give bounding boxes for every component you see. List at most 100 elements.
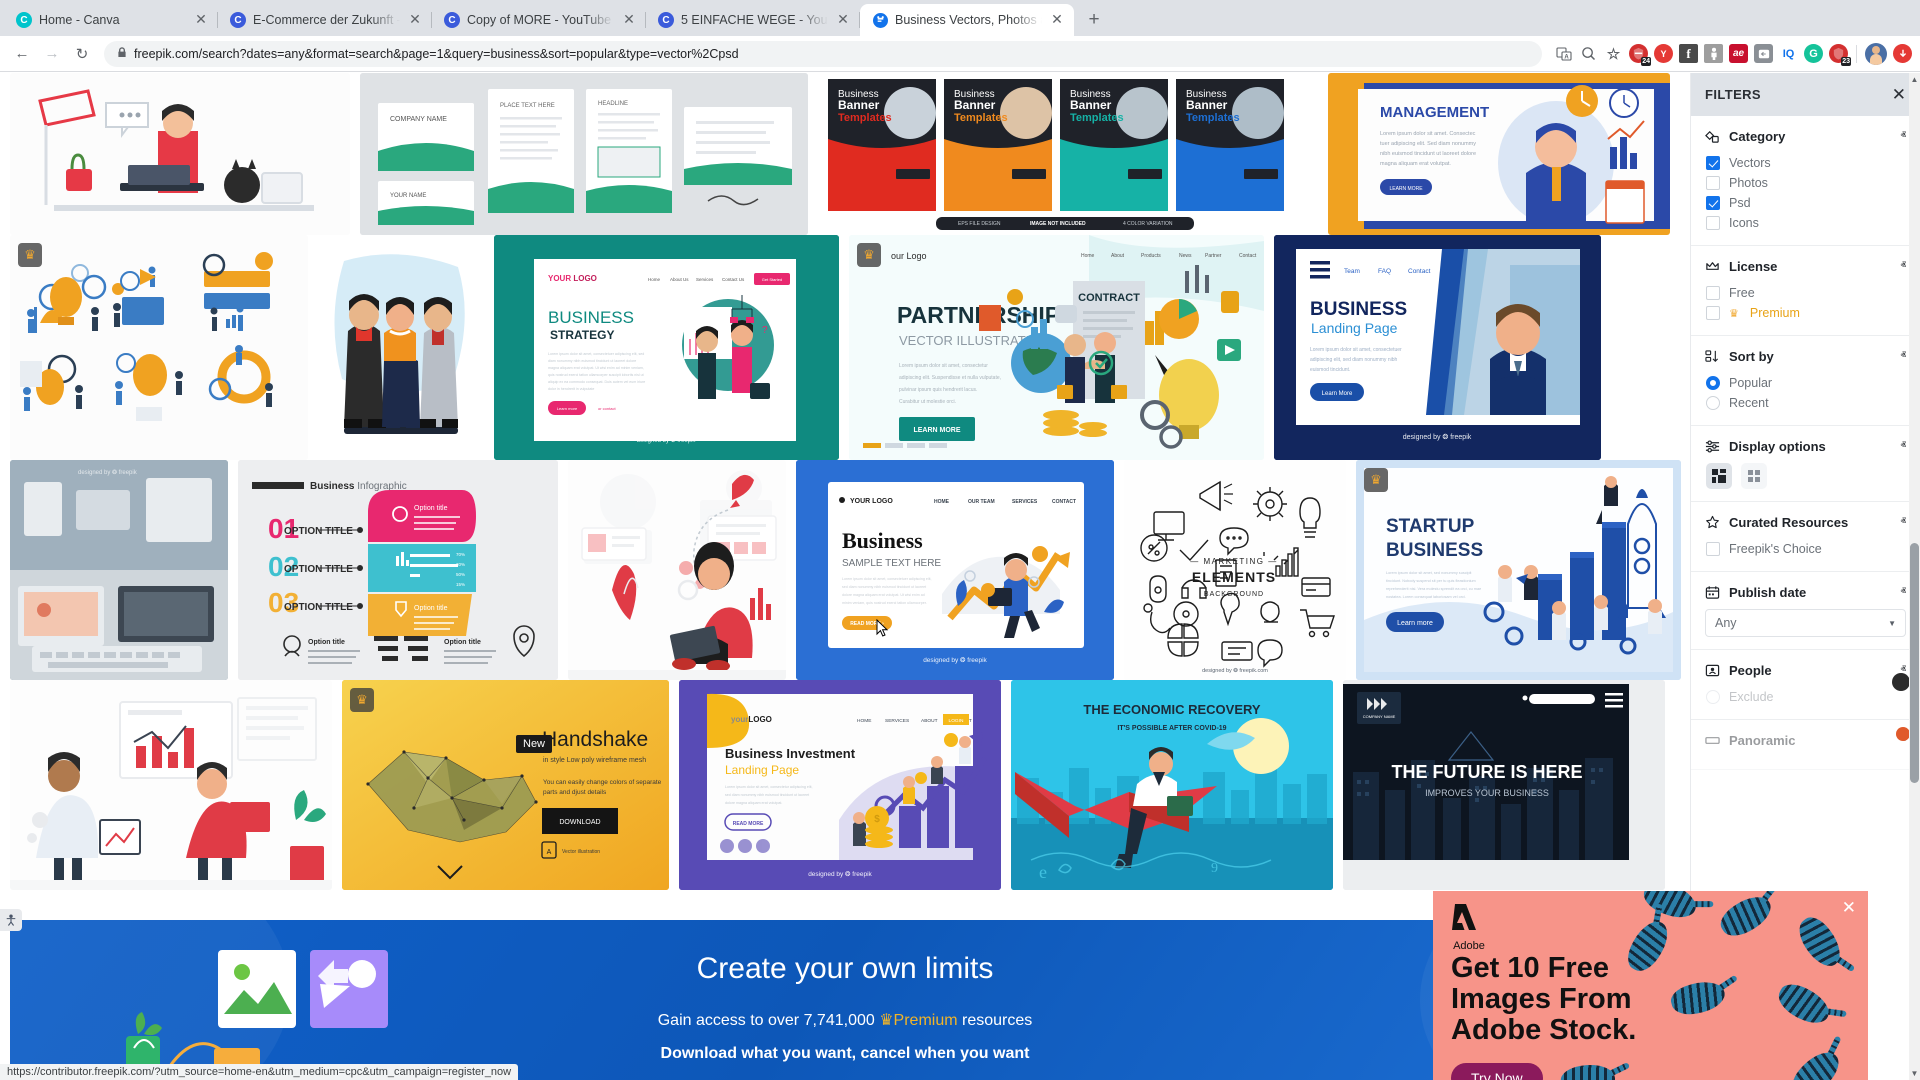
result-card-business-banner-templates[interactable]: Business Banner Templates Business Banner Te… <box>818 73 1318 235</box>
filter-option-premium[interactable]: ♛ Premium <box>1705 303 1906 323</box>
filter-section-header[interactable]: Panoramic ⱏ <box>1705 733 1906 748</box>
result-card-startup-business[interactable]: ♛ STARTUP BUSINESS Lorem ipsum dolor sit… <box>1356 460 1681 680</box>
filter-section-header[interactable]: Curated Resources ⱏ <box>1705 515 1906 530</box>
tab-4[interactable]: Business Vectors, Photos and ✕ <box>860 4 1074 36</box>
result-card-business-infographic[interactable]: Business Infographic 01 OPTION TITLE 02 … <box>238 460 558 680</box>
result-card-business-people[interactable] <box>318 235 484 460</box>
result-card-remote-work[interactable] <box>10 73 350 235</box>
checkbox[interactable] <box>1706 196 1720 210</box>
avatar[interactable] <box>1865 42 1887 65</box>
result-card-business-icon-set[interactable]: ♛ <box>10 235 308 460</box>
chevron-up-icon[interactable]: ⱏ <box>1901 130 1906 143</box>
premium-promo-banner[interactable]: Create your own limits Gain access to ov… <box>10 920 1680 1080</box>
result-card-economic-recovery[interactable]: THE ECONOMIC RECOVERY IT'S POSSIBLE AFTE… <box>1011 680 1333 890</box>
yandex-icon[interactable]: Y <box>1654 44 1673 63</box>
bookmark-star-icon[interactable]: ☆ <box>1604 44 1623 63</box>
tracker-icon[interactable] <box>1704 44 1723 63</box>
result-card-stationery-mockup[interactable]: COMPANY NAME YOUR NAME PLACE TEXT HERE H… <box>360 73 808 235</box>
result-card-future-is-here[interactable]: COMPANY NAME THE FUTURE IS HERE IMPROVES… <box>1343 680 1665 890</box>
adblock-icon[interactable]: 24 <box>1629 44 1651 66</box>
result-card-woman-laptop[interactable] <box>568 460 786 680</box>
iq-icon[interactable]: IQ <box>1779 44 1798 63</box>
svg-text:OUR TEAM: OUR TEAM <box>968 499 995 505</box>
close-icon[interactable]: ✕ <box>193 12 209 28</box>
checkbox[interactable] <box>1706 156 1720 170</box>
close-icon[interactable]: ✕ <box>407 12 423 28</box>
result-card-marketing-elements[interactable]: — MARKETING — ELEMENTS BACKGROUND design… <box>1124 460 1346 680</box>
chevron-up-icon[interactable]: ⱏ <box>1901 350 1906 363</box>
filter-option-vectors[interactable]: Vectors <box>1705 153 1906 173</box>
try-now-button[interactable]: Try Now <box>1451 1063 1543 1080</box>
result-card-workspace-desk[interactable]: designed by ❂ freepik <box>10 460 228 680</box>
filter-option-free[interactable]: Free <box>1705 283 1906 303</box>
new-tab-button[interactable]: + <box>1080 6 1108 34</box>
forward-button[interactable]: → <box>38 40 66 68</box>
reload-button[interactable]: ↻ <box>68 40 96 68</box>
filter-section-header[interactable]: People ⱏ <box>1705 663 1906 678</box>
filter-section-header[interactable]: License ⱏ <box>1705 259 1906 274</box>
filter-option-icons[interactable]: Icons <box>1705 213 1906 233</box>
grammarly-icon[interactable]: G <box>1804 44 1823 63</box>
scroll-handle-button[interactable] <box>1892 673 1910 691</box>
filter-option-recent[interactable]: Recent <box>1705 393 1906 413</box>
tab-3[interactable]: C 5 EINFACHE WEGE - YouTube ✕ <box>646 4 860 36</box>
tab-1[interactable]: C E-Commerce der Zukunft - You ✕ <box>218 4 432 36</box>
result-card-business-team-chart[interactable] <box>10 680 332 890</box>
result-card-management-landing-page[interactable]: MANAGEMENT Lorem ipsum dolor sit amet. C… <box>1328 73 1670 235</box>
scrollbar-thumb[interactable] <box>1910 543 1919 783</box>
facebook-icon[interactable]: f <box>1679 44 1698 63</box>
filter-option-psd[interactable]: Psd <box>1705 193 1906 213</box>
adobe-express-icon[interactable]: ae <box>1729 44 1748 63</box>
adobe-stock-ad[interactable]: ✕ Adobe Get 10 Free Images From Adobe St… <box>1433 891 1868 1080</box>
result-card-business-sample-landing[interactable]: YOUR LOGO HOME OUR TEAM SERVICES CONTACT Bu… <box>796 460 1114 680</box>
radio-button[interactable] <box>1706 376 1720 390</box>
tab-2[interactable]: C Copy of MORE - YouTube Thum ✕ <box>432 4 646 36</box>
ublock-icon[interactable]: 23 <box>1829 44 1851 66</box>
result-card-handshake-low-poly[interactable]: ♛ Handshake in style Low poly wireframe … <box>342 680 669 890</box>
close-icon[interactable]: ✕ <box>835 12 851 28</box>
translate-icon[interactable]: A <box>1554 44 1573 63</box>
filter-option-exclude[interactable]: Exclude <box>1705 687 1906 707</box>
download-arrow-icon[interactable] <box>1893 44 1912 63</box>
checkbox[interactable] <box>1706 216 1720 230</box>
search-icon[interactable] <box>1579 44 1598 63</box>
chevron-up-icon[interactable]: ⱏ <box>1901 260 1906 273</box>
result-card-partnership[interactable]: ♛ our Logo Home About Products News Partner C… <box>849 235 1264 460</box>
filter-section-header[interactable]: Sort by ⱏ <box>1705 349 1906 364</box>
publish-date-select[interactable]: Any ▼ <box>1705 609 1906 637</box>
scroll-down-arrow[interactable]: ▼ <box>1909 1067 1920 1080</box>
chevron-up-icon[interactable]: ⱏ <box>1901 440 1906 453</box>
result-card-business-strategy[interactable]: YOUR LOGO Home About Us Services Contact Us… <box>494 235 839 460</box>
filter-section-header[interactable]: Category ⱏ <box>1705 129 1906 144</box>
filter-section-header[interactable]: Publish date ⱏ <box>1705 585 1906 600</box>
close-icon[interactable]: ✕ <box>1892 86 1906 103</box>
page-scrollbar[interactable]: ▲ ▼ <box>1909 73 1920 1080</box>
tab-0[interactable]: C Home - Canva ✕ <box>4 4 218 36</box>
result-card-business-investment[interactable]: yourLOGO HOMESERVICESABOUTCONTACT LOGIN … <box>679 680 1001 890</box>
notification-dot[interactable] <box>1896 727 1910 741</box>
svg-text:COMPANY NAME: COMPANY NAME <box>1363 714 1396 719</box>
scroll-up-arrow[interactable]: ▲ <box>1909 73 1920 86</box>
result-card-business-landing-page[interactable]: TeamFAQContact Search BUSINESS Landing P… <box>1274 235 1601 460</box>
checkbox[interactable] <box>1706 306 1720 320</box>
filter-option-popular[interactable]: Popular <box>1705 373 1906 393</box>
radio-button[interactable] <box>1706 396 1720 410</box>
back-button[interactable]: ← <box>8 40 36 68</box>
address-bar[interactable]: freepik.com/search?dates=any&format=sear… <box>104 40 1542 67</box>
filter-option-freepiks-choice[interactable]: Freepik's Choice <box>1705 539 1906 559</box>
close-icon[interactable]: ✕ <box>1842 899 1856 916</box>
pocket-icon[interactable] <box>1754 44 1773 63</box>
checkbox[interactable] <box>1706 542 1720 556</box>
grid-small-view-button[interactable] <box>1741 463 1767 489</box>
checkbox[interactable] <box>1706 286 1720 300</box>
checkbox[interactable] <box>1706 176 1720 190</box>
chevron-up-icon[interactable]: ⱏ <box>1901 516 1906 529</box>
filter-section-header[interactable]: Display options ⱏ <box>1705 439 1906 454</box>
filter-option-photos[interactable]: Photos <box>1705 173 1906 193</box>
close-icon[interactable]: ✕ <box>1049 12 1065 28</box>
radio-button[interactable] <box>1706 690 1720 704</box>
grid-large-view-button[interactable] <box>1706 463 1732 489</box>
accessibility-widget[interactable] <box>0 909 22 931</box>
close-icon[interactable]: ✕ <box>621 12 637 28</box>
chevron-up-icon[interactable]: ⱏ <box>1901 586 1906 599</box>
